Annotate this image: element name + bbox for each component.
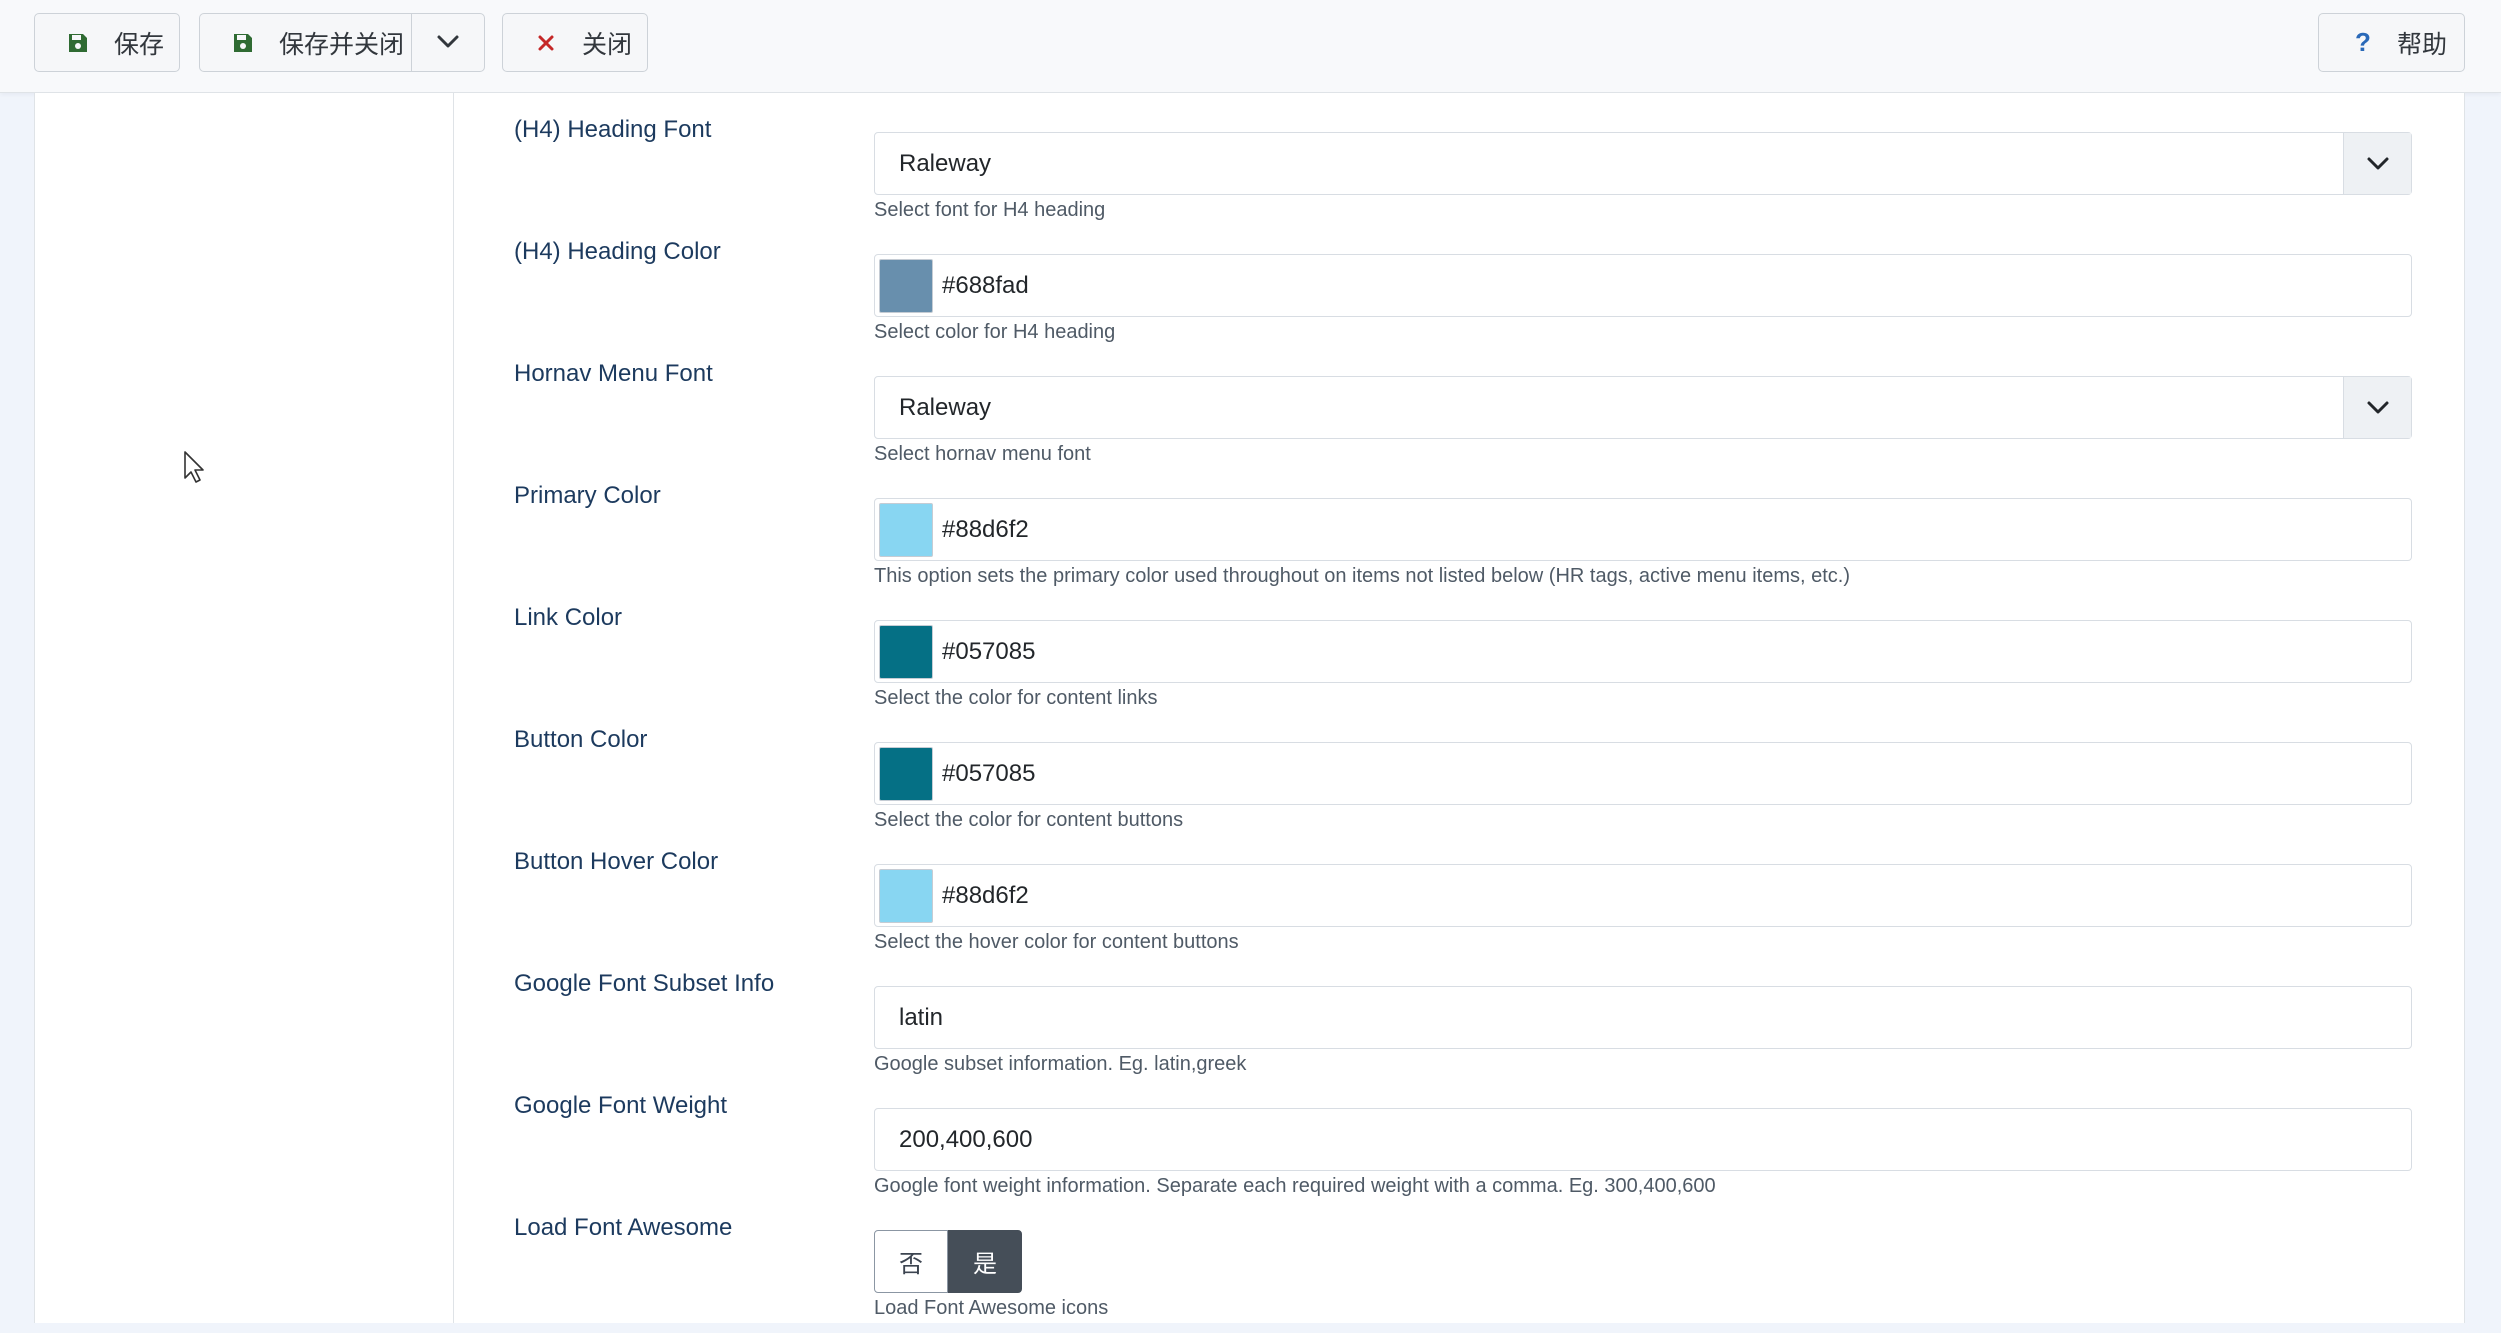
field-label: Link Color [514,604,623,631]
save-options-dropdown-button[interactable] [411,13,485,72]
save-and-close-button[interactable]: 保存并关闭 [199,13,412,72]
field-label: Button Color [514,726,648,753]
h4-heading-color-input[interactable]: #688fad [874,254,2412,317]
color-value: #057085 [942,759,1036,787]
color-swatch[interactable] [879,502,933,557]
select-value: Raleway [899,393,992,421]
save-button[interactable]: 保存 [34,13,180,72]
form-row-load-font-awesome: Load Font Awesome 否 是 Load Font Awesome … [454,1211,2465,1333]
field-description: Select hornav menu font [874,443,1091,465]
form-row-link-color: Link Color #057085 Select the color for … [454,601,2465,723]
field-label: (H4) Heading Color [514,238,721,265]
button-color-input[interactable]: #057085 [874,742,2412,805]
field-label: (H4) Heading Font [514,116,712,143]
field-description: Google font weight information. Separate… [874,1175,1716,1197]
form-row-button-hover-color: Button Hover Color #88d6f2 Select the ho… [454,845,2465,967]
input-value: 200,400,600 [899,1125,1033,1153]
chevron-down-icon [2343,133,2411,194]
save-button-label: 保存 [114,30,165,59]
x-icon [532,29,560,57]
help-button[interactable]: ? 帮助 [2318,13,2465,72]
toggle-option-yes[interactable]: 是 [948,1230,1022,1293]
color-swatch[interactable] [879,746,933,801]
floppy-disk-icon [229,29,257,57]
toggle-option-no[interactable]: 否 [874,1230,948,1293]
field-label: Google Font Weight [514,1092,728,1119]
form-row-h4-heading-font: (H4) Heading Font Raleway Select font fo… [454,113,2465,235]
field-description: Select the color for content links [874,687,1158,709]
input-value: latin [899,1003,944,1031]
sidebar [34,93,454,1323]
google-font-weight-input[interactable]: 200,400,600 [874,1108,2412,1171]
color-swatch[interactable] [879,868,933,923]
field-description: This option sets the primary color used … [874,565,1850,587]
field-description: Select font for H4 heading [874,199,1106,221]
color-value: #057085 [942,637,1036,665]
load-font-awesome-toggle[interactable]: 否 是 [874,1230,1022,1293]
form-row-hornav-menu-font: Hornav Menu Font Raleway Select hornav m… [454,357,2465,479]
settings-panel: (H4) Heading Font Raleway Select font fo… [454,93,2465,1323]
form-row-h4-heading-color: (H4) Heading Color #688fad Select color … [454,235,2465,357]
question-mark-icon: ? [2355,27,2371,57]
google-font-subset-input[interactable]: latin [874,986,2412,1049]
h4-heading-font-select[interactable]: Raleway [874,132,2412,195]
field-label: Button Hover Color [514,848,719,875]
hornav-menu-font-select[interactable]: Raleway [874,376,2412,439]
color-swatch[interactable] [879,258,933,313]
form-row-primary-color: Primary Color #88d6f2 This option sets t… [454,479,2465,601]
field-description: Google subset information. Eg. latin,gre… [874,1053,1247,1075]
mouse-pointer-icon [183,450,207,489]
field-description: Select the hover color for content butto… [874,931,1239,953]
floppy-disk-icon [64,29,92,57]
toolbar: 保存 保存并关闭 关闭 ? 帮助 [0,0,2501,93]
link-color-input[interactable]: #057085 [874,620,2412,683]
field-label: Load Font Awesome [514,1214,733,1241]
field-label: Primary Color [514,482,661,509]
field-description: Select the color for content buttons [874,809,1184,831]
field-description: Load Font Awesome icons [874,1297,1109,1319]
chevron-down-icon [2343,377,2411,438]
form-row-google-font-subset: Google Font Subset Info latin Google sub… [454,967,2465,1089]
field-label: Google Font Subset Info [514,970,775,997]
field-description: Select color for H4 heading [874,321,1116,343]
save-and-close-label: 保存并关闭 [279,30,405,59]
color-value: #688fad [942,271,1029,299]
color-swatch[interactable] [879,624,933,679]
button-hover-color-input[interactable]: #88d6f2 [874,864,2412,927]
chevron-down-icon [436,28,460,57]
select-value: Raleway [899,149,992,177]
form-row-button-color: Button Color #057085 Select the color fo… [454,723,2465,845]
close-button-label: 关闭 [582,30,633,59]
primary-color-input[interactable]: #88d6f2 [874,498,2412,561]
color-value: #88d6f2 [942,515,1029,543]
form-row-google-font-weight: Google Font Weight 200,400,600 Google fo… [454,1089,2465,1211]
field-label: Hornav Menu Font [514,360,713,387]
close-button[interactable]: 关闭 [502,13,648,72]
color-value: #88d6f2 [942,881,1029,909]
help-button-label: 帮助 [2397,30,2448,59]
